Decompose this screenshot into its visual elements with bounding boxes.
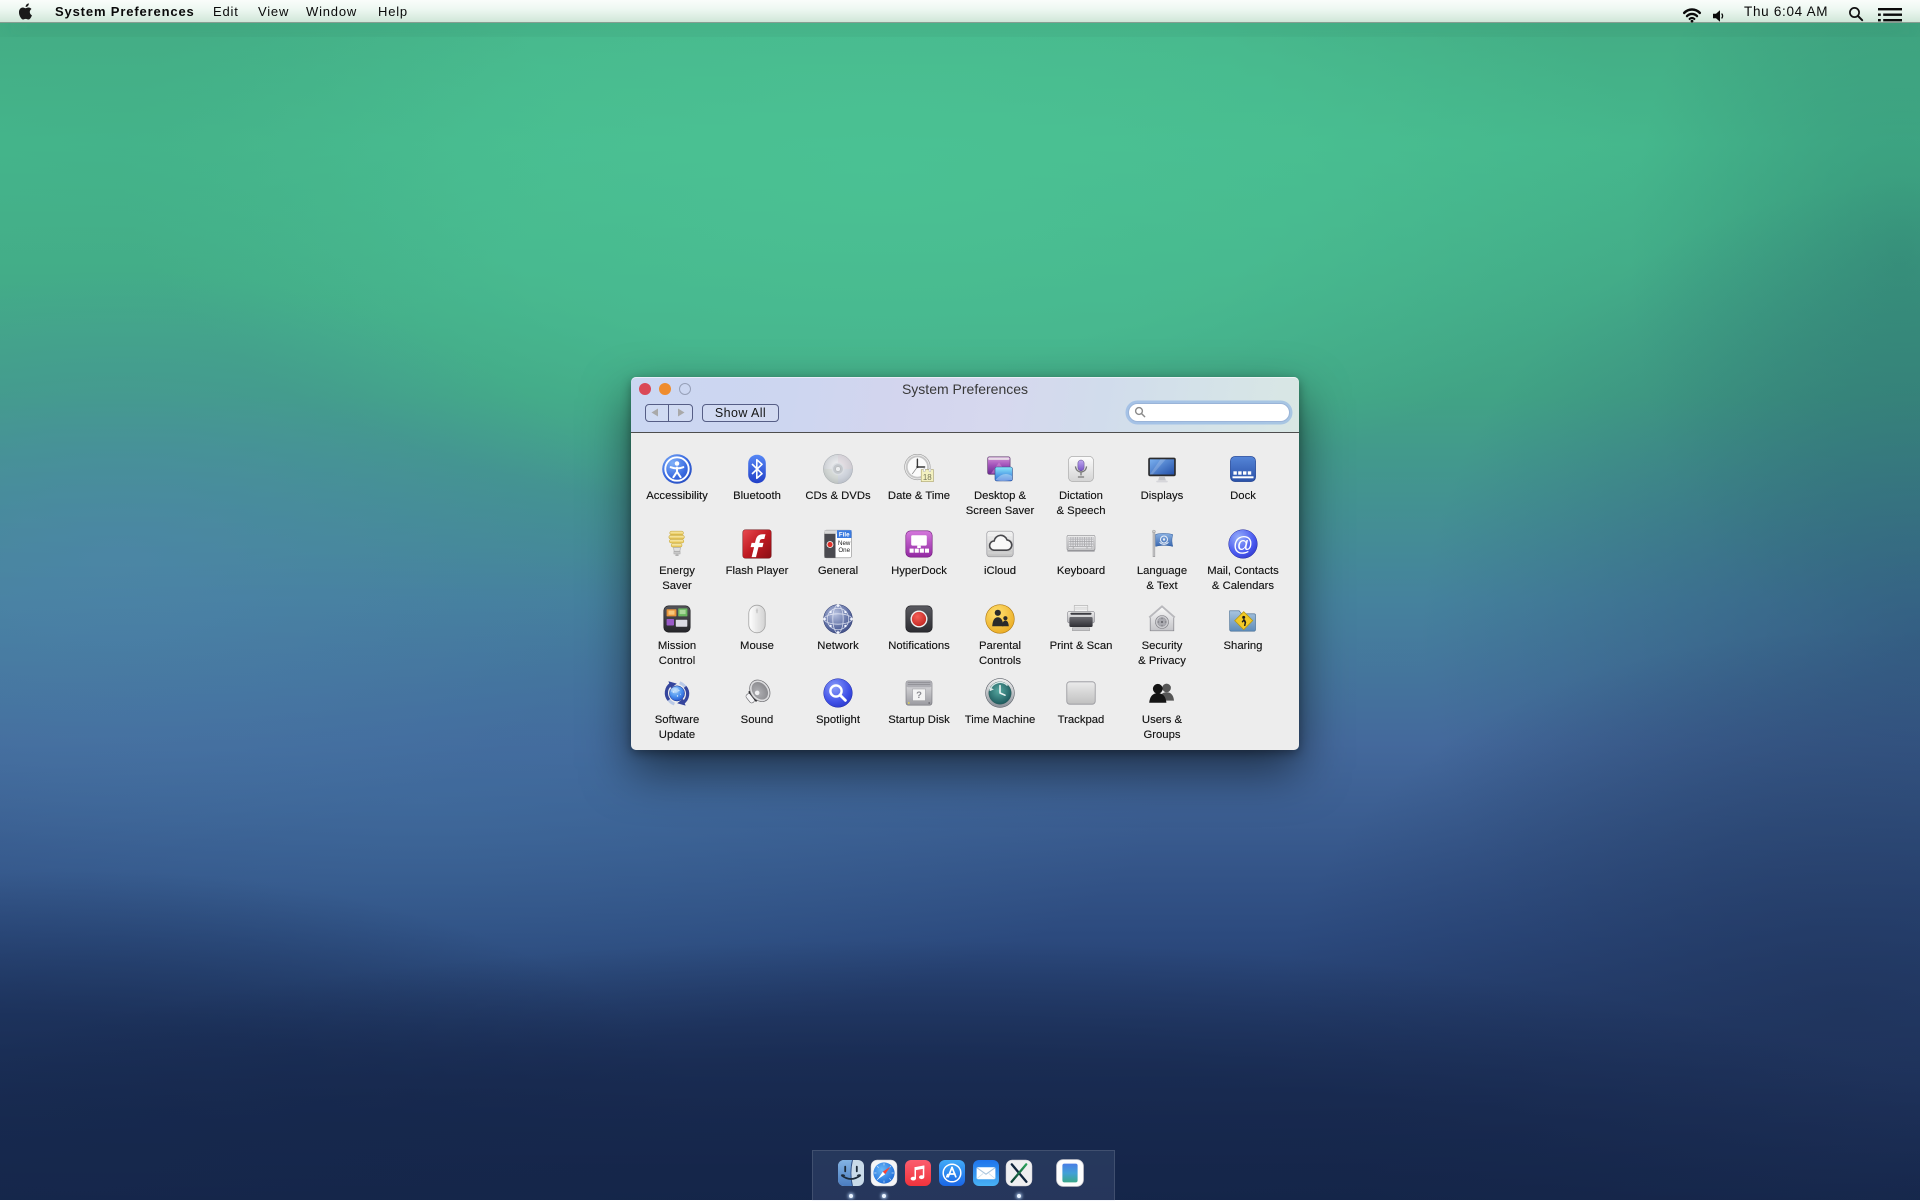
svg-text:File: File [839, 531, 850, 538]
svg-text:@: @ [1233, 534, 1253, 556]
svg-text:18: 18 [923, 473, 932, 482]
svg-text:New: New [838, 540, 851, 547]
svg-text:One: One [838, 547, 850, 554]
svg-text:?: ? [916, 690, 922, 701]
